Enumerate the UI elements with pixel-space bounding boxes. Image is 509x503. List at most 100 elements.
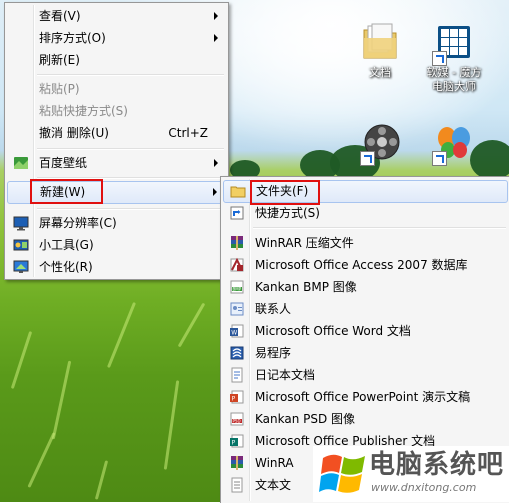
submenu-item-contact[interactable]: 联系人 <box>223 299 508 319</box>
winrar-icon <box>229 235 245 251</box>
menu-item-label: 撤消 删除(U) <box>39 126 109 140</box>
winrar-icon <box>229 455 245 471</box>
desktop-context-menu: 查看(V) 排序方式(O) 刷新(E) 粘贴(P) 粘贴快捷方式(S) 撤消 删… <box>4 2 229 280</box>
menu-item-personalize[interactable]: 个性化(R) <box>7 257 226 277</box>
site-watermark: 电脑系统吧 www.dnxitong.com <box>313 446 509 502</box>
desktop-icon-label: 电脑大师 <box>432 80 476 93</box>
menu-item-label: Microsoft Office Access 2007 数据库 <box>255 258 468 272</box>
gadgets-icon <box>13 237 29 253</box>
menu-item-label: 排序方式(O) <box>39 31 106 45</box>
text-icon <box>229 477 245 493</box>
menu-item-label: 易程序 <box>255 346 292 360</box>
menu-item-undo-delete[interactable]: 撤消 删除(U) Ctrl+Z <box>7 123 226 143</box>
powerpoint-icon: P <box>229 389 245 405</box>
mofang-cube-icon <box>432 20 476 66</box>
submenu-arrow-icon <box>213 188 217 196</box>
word-icon: W <box>229 323 245 339</box>
submenu-item-kankan-psd[interactable]: PSD Kankan PSD 图像 <box>223 409 508 429</box>
contact-icon <box>229 301 245 317</box>
submenu-item-shortcut[interactable]: 快捷方式(S) <box>223 203 508 223</box>
desktop-icon-documents[interactable]: 文档 <box>344 20 416 80</box>
menu-item-label: Microsoft Office PowerPoint 演示文稿 <box>255 390 471 404</box>
menu-item-label: Kankan BMP 图像 <box>255 280 357 294</box>
bmp-icon: BMP <box>229 279 245 295</box>
watermark-title: 电脑系统吧 <box>369 450 505 480</box>
submenu-item-winrar[interactable]: WinRAR 压缩文件 <box>223 233 508 253</box>
desktop-icon-ruanmei-mofang[interactable]: 软媒 - 魔方 电脑大师 <box>418 20 490 94</box>
shortcut-arrow-icon <box>432 151 447 166</box>
folder-icon <box>230 183 246 199</box>
menu-item-label: WinRA <box>255 456 294 470</box>
shortcut-arrow-icon <box>360 151 375 166</box>
shortcut-arrow-icon <box>432 51 447 66</box>
menu-item-paste[interactable]: 粘贴(P) <box>7 79 226 99</box>
submenu-item-kankan-bmp[interactable]: BMP Kankan BMP 图像 <box>223 277 508 297</box>
menu-item-refresh[interactable]: 刷新(E) <box>7 50 226 70</box>
submenu-item-word[interactable]: W Microsoft Office Word 文档 <box>223 321 508 341</box>
menu-item-label: 日记本文档 <box>255 368 316 382</box>
menu-item-sort-by[interactable]: 排序方式(O) <box>7 28 226 48</box>
submenu-arrow-icon <box>214 159 218 167</box>
annotation-highlight-folder <box>250 180 320 205</box>
menu-item-label: 屏幕分辨率(C) <box>39 216 117 230</box>
svg-text:PSD: PSD <box>233 419 241 424</box>
screen-resolution-icon <box>13 215 29 231</box>
film-reel-icon <box>360 120 404 166</box>
grass <box>51 360 72 440</box>
svg-text:BMP: BMP <box>233 287 242 292</box>
annotation-highlight-new <box>30 179 103 204</box>
submenu-arrow-icon <box>214 12 218 20</box>
menu-item-label: 快捷方式(S) <box>255 206 320 220</box>
svg-text:P: P <box>232 440 236 447</box>
grass <box>163 380 180 470</box>
menu-item-label: 联系人 <box>255 302 292 316</box>
publisher-icon: P <box>229 433 245 449</box>
desktop-icon-video-player[interactable] <box>346 120 418 166</box>
svg-text:P: P <box>232 396 236 403</box>
psd-icon: PSD <box>229 411 245 427</box>
shortcut-icon <box>229 205 245 221</box>
menu-item-label: 查看(V) <box>39 9 81 23</box>
grass <box>106 301 137 369</box>
grass <box>10 331 33 389</box>
submenu-item-e-program[interactable]: 易程序 <box>223 343 508 363</box>
menu-item-label: WinRAR 压缩文件 <box>255 236 354 250</box>
baidu-wallpaper-icon <box>13 155 29 171</box>
watermark-url: www.dnxitong.com <box>371 481 477 494</box>
desktop-icon-messenger[interactable] <box>418 120 490 166</box>
grass <box>27 432 56 488</box>
windows-logo-icon <box>319 450 367 498</box>
menu-item-shortcut: Ctrl+Z <box>168 126 208 140</box>
menu-item-label: 粘贴(P) <box>39 82 80 96</box>
menu-item-view[interactable]: 查看(V) <box>7 6 226 26</box>
access-icon <box>229 257 245 273</box>
menu-item-label: 个性化(R) <box>39 260 93 274</box>
personalize-icon <box>13 259 29 275</box>
menu-item-paste-shortcut[interactable]: 粘贴快捷方式(S) <box>7 101 226 121</box>
grass <box>94 460 109 500</box>
svg-text:W: W <box>231 330 237 337</box>
menu-item-screen-resolution[interactable]: 屏幕分辨率(C) <box>7 213 226 233</box>
menu-item-label: Microsoft Office Word 文档 <box>255 324 411 338</box>
menu-item-label: 粘贴快捷方式(S) <box>39 104 128 118</box>
menu-item-baidu-wallpaper[interactable]: 百度壁纸 <box>7 153 226 173</box>
menu-item-label: 文本文 <box>255 478 292 492</box>
submenu-item-access[interactable]: Microsoft Office Access 2007 数据库 <box>223 255 508 275</box>
e-program-icon <box>229 345 245 361</box>
desktop-icon-label: 文档 <box>369 66 391 79</box>
menu-item-label: Kankan PSD 图像 <box>255 412 356 426</box>
menu-separator <box>253 227 506 229</box>
submenu-item-journal[interactable]: 日记本文档 <box>223 365 508 385</box>
menu-separator <box>37 148 224 150</box>
menu-separator <box>37 208 224 210</box>
menu-item-label: 百度壁纸 <box>39 156 88 170</box>
menu-item-label: 小工具(G) <box>39 238 94 252</box>
submenu-arrow-icon <box>214 34 218 42</box>
documents-folder-icon <box>358 20 402 64</box>
menu-item-label: 刷新(E) <box>39 53 80 67</box>
journal-icon <box>229 367 245 383</box>
submenu-item-powerpoint[interactable]: P Microsoft Office PowerPoint 演示文稿 <box>223 387 508 407</box>
menu-item-gadgets[interactable]: 小工具(G) <box>7 235 226 255</box>
messenger-butterfly-icon <box>432 120 476 166</box>
menu-separator <box>37 74 224 76</box>
